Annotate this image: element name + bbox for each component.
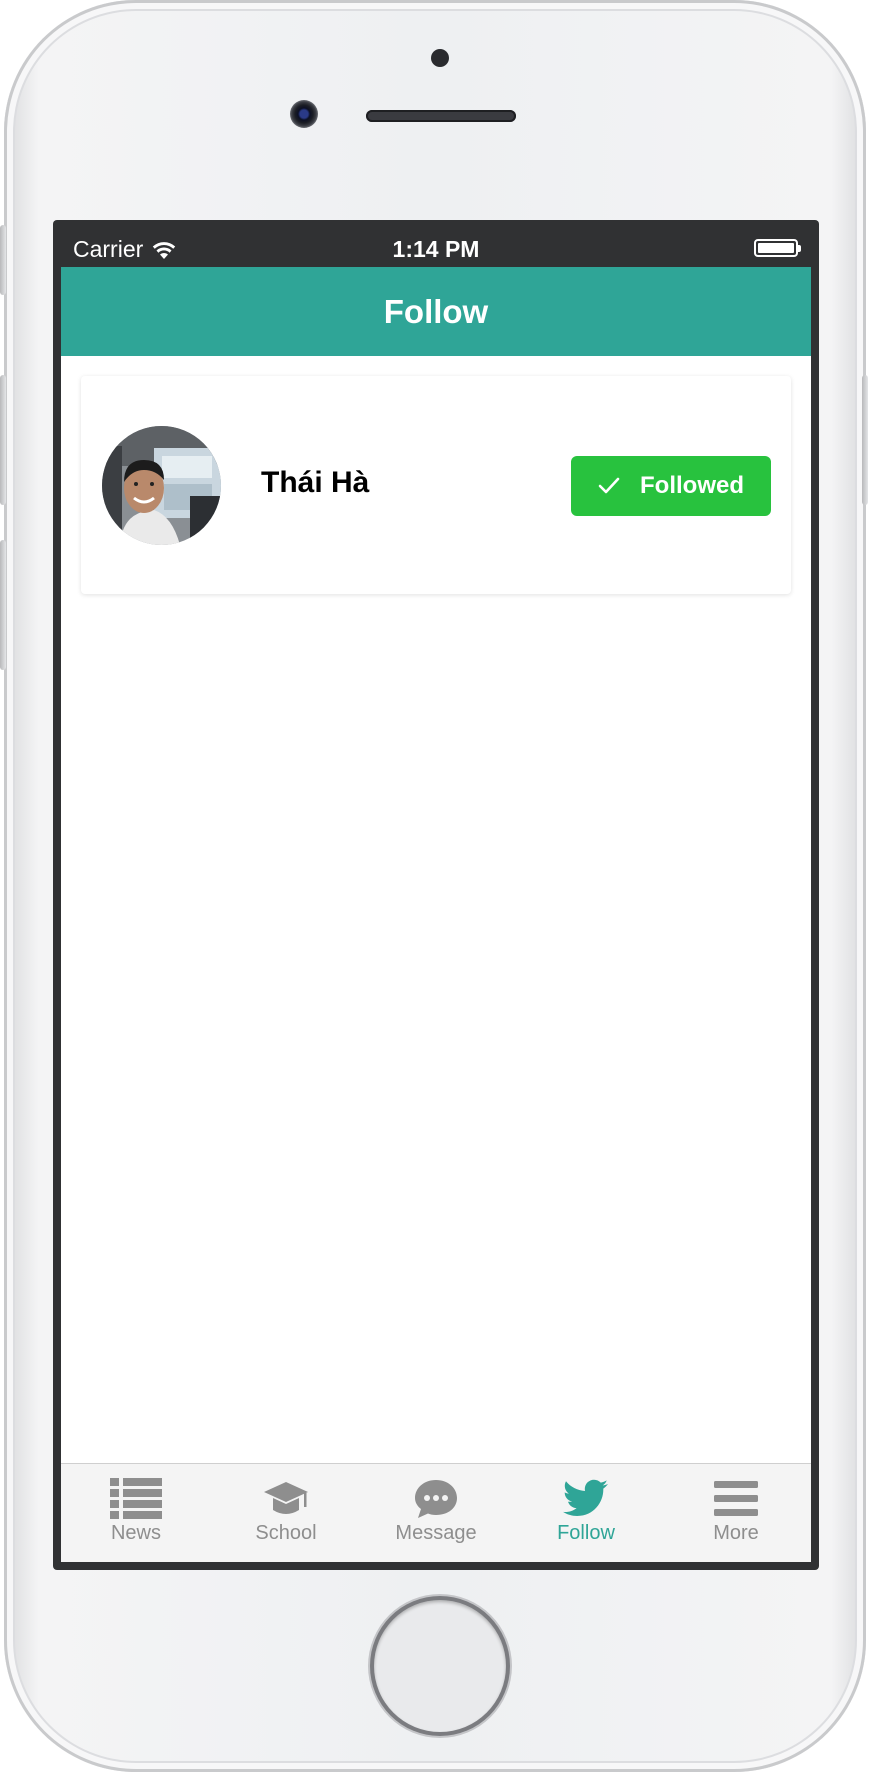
- earpiece-speaker: [366, 110, 516, 122]
- status-time: 1:14 PM: [392, 236, 480, 262]
- page-title: Follow: [383, 292, 489, 330]
- front-camera: [290, 100, 318, 128]
- navigation-bar: Follow: [61, 267, 811, 356]
- list-icon: [110, 1478, 162, 1519]
- tab-message[interactable]: Message: [361, 1464, 511, 1562]
- tab-bar: News School Message Follow More: [61, 1463, 811, 1562]
- power-button: [862, 375, 868, 505]
- profile-photo: [102, 426, 221, 545]
- tab-label: Message: [395, 1522, 477, 1544]
- tab-label: School: [255, 1522, 317, 1544]
- tab-school[interactable]: School: [211, 1464, 361, 1562]
- checkmark-icon: [598, 477, 620, 494]
- volume-down-button: [0, 540, 6, 670]
- tab-follow[interactable]: Follow: [511, 1464, 661, 1562]
- tab-label: News: [110, 1522, 161, 1544]
- tab-news[interactable]: News: [61, 1464, 211, 1562]
- home-button[interactable]: [374, 1600, 506, 1732]
- twitter-bird-icon: [563, 1479, 608, 1516]
- app-screen: Follow Thái Hà Followed News School Mess…: [61, 267, 811, 1562]
- mute-switch: [0, 225, 6, 295]
- follow-list-item: Thái Hà Followed: [81, 376, 791, 594]
- followed-button-label: Followed: [640, 472, 744, 499]
- volume-up-button: [0, 375, 6, 505]
- tab-more[interactable]: More: [661, 1464, 811, 1562]
- battery-icon: [754, 239, 801, 257]
- graduation-cap-icon: [264, 1482, 308, 1514]
- chat-bubble-icon: [415, 1480, 457, 1518]
- status-bar: Carrier 1:14 PM: [61, 229, 811, 267]
- user-name: Thái Hà: [261, 466, 370, 499]
- proximity-sensor: [431, 49, 449, 67]
- tab-label: Follow: [557, 1522, 615, 1544]
- tab-label: More: [713, 1522, 759, 1544]
- avatar[interactable]: [102, 426, 221, 545]
- followed-button[interactable]: Followed: [571, 456, 771, 516]
- menu-icon: [714, 1481, 758, 1516]
